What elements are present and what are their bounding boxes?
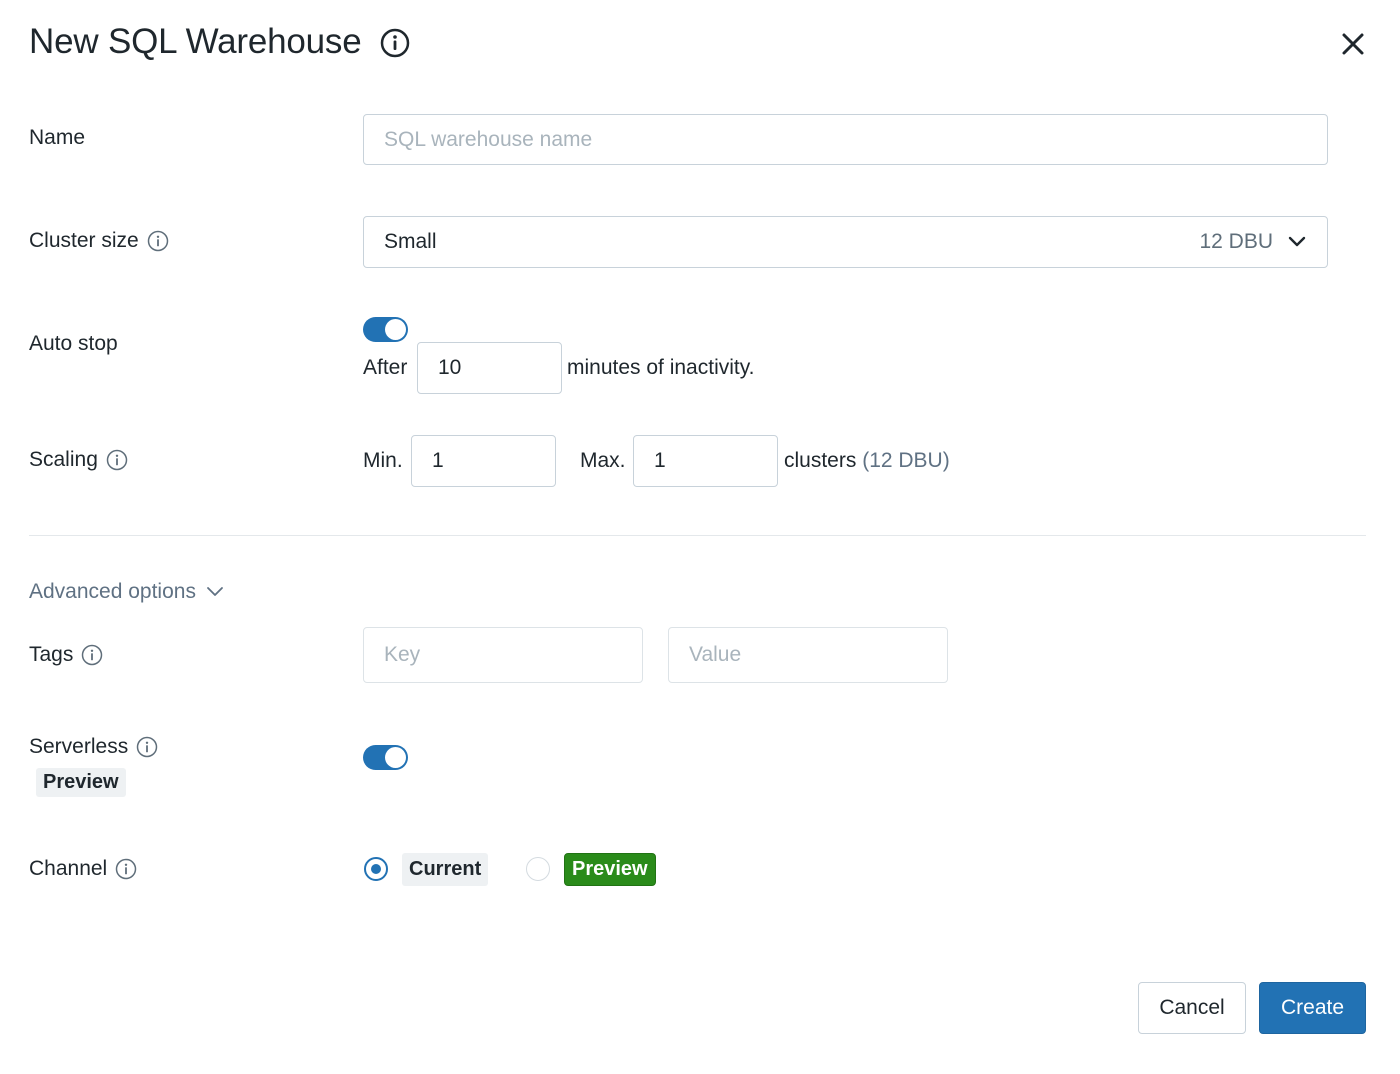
dialog-title: New SQL Warehouse xyxy=(29,22,362,61)
scaling-dbu-text: (12 DBU) xyxy=(862,449,950,472)
create-button[interactable]: Create xyxy=(1259,982,1366,1034)
scaling-info-icon[interactable] xyxy=(106,449,128,471)
name-label: Name xyxy=(29,126,85,150)
title-info-icon[interactable] xyxy=(380,28,410,58)
scaling-label-text: Scaling xyxy=(29,448,98,471)
auto-stop-after-text: After xyxy=(363,356,408,379)
tags-label: Tags xyxy=(29,643,103,667)
section-divider xyxy=(29,535,1366,536)
serverless-preview-badge: Preview xyxy=(36,768,126,797)
scaling-max-input[interactable] xyxy=(633,435,778,487)
close-icon[interactable] xyxy=(1339,30,1367,58)
cluster-size-select[interactable]: Small 12 DBU xyxy=(363,216,1328,268)
auto-stop-minutes-input[interactable] xyxy=(417,342,562,394)
serverless-toggle[interactable] xyxy=(363,745,408,770)
name-label-text: Name xyxy=(29,126,86,149)
scaling-label: Scaling xyxy=(29,448,128,472)
tags-info-icon[interactable] xyxy=(81,644,103,666)
advanced-options-toggle[interactable]: Advanced options xyxy=(29,580,224,604)
tag-key-input[interactable] xyxy=(363,627,643,683)
auto-stop-suffix-text: minutes of inactivity. xyxy=(567,356,755,379)
warehouse-name-input[interactable] xyxy=(363,114,1328,165)
cluster-size-label-text: Cluster size xyxy=(29,229,139,252)
auto-stop-label: Auto stop xyxy=(29,332,118,356)
auto-stop-toggle[interactable] xyxy=(363,317,408,342)
channel-label: Channel xyxy=(29,857,137,881)
serverless-label: Serverless xyxy=(29,735,158,759)
channel-info-icon[interactable] xyxy=(115,858,137,880)
channel-preview-radio[interactable] xyxy=(526,857,550,881)
scaling-clusters-text: clusters (12 DBU) xyxy=(784,449,950,473)
chevron-down-icon xyxy=(1287,232,1307,252)
channel-label-text: Channel xyxy=(29,857,108,880)
serverless-info-icon[interactable] xyxy=(136,736,158,758)
cluster-size-info-icon[interactable] xyxy=(147,230,169,252)
scaling-clusters-word: clusters xyxy=(784,449,857,472)
scaling-max-label: Max. xyxy=(580,449,626,472)
tags-label-text: Tags xyxy=(29,643,74,666)
cluster-size-value: Small xyxy=(384,230,437,253)
chevron-down-icon xyxy=(206,583,224,601)
advanced-options-label: Advanced options xyxy=(29,580,196,603)
channel-preview-label[interactable]: Preview xyxy=(564,853,656,886)
cluster-size-dbu: 12 DBU xyxy=(1199,230,1273,253)
scaling-min-input[interactable] xyxy=(411,435,556,487)
cluster-size-label: Cluster size xyxy=(29,229,169,253)
auto-stop-label-text: Auto stop xyxy=(29,332,118,355)
channel-current-radio[interactable] xyxy=(364,857,388,881)
cancel-button[interactable]: Cancel xyxy=(1138,982,1246,1034)
serverless-label-text: Serverless xyxy=(29,735,129,758)
channel-current-label[interactable]: Current xyxy=(402,853,489,886)
scaling-min-label: Min. xyxy=(363,449,403,472)
tag-value-input[interactable] xyxy=(668,627,948,683)
